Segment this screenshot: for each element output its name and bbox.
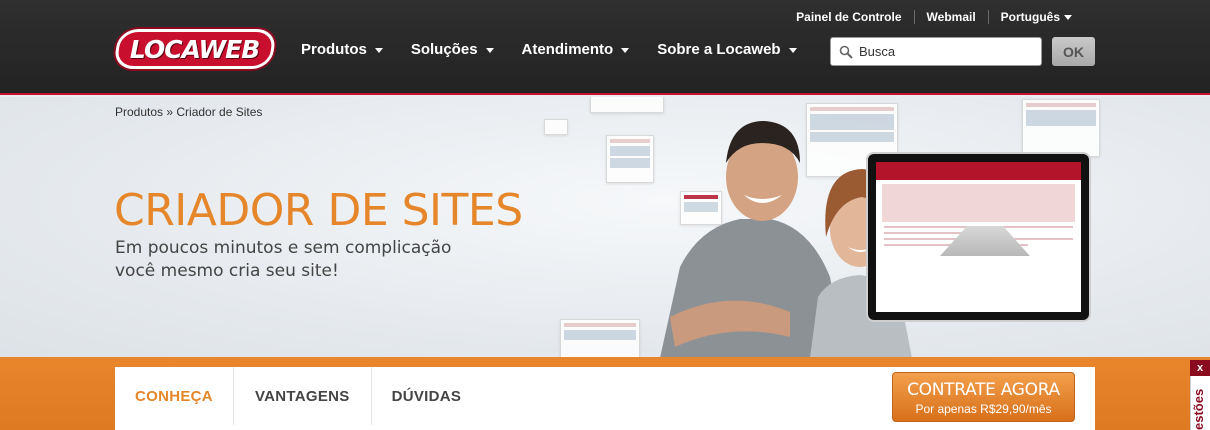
chevron-down-icon [1064,15,1072,21]
chevron-down-icon [485,47,494,53]
tab-duvidas[interactable]: DÚVIDAS [372,367,482,425]
contrate-agora-button[interactable]: CONTRATE AGORA Por apenas R$29,90/mês [892,372,1075,422]
hero-subtitle-line-2: você mesmo cria seu site! [115,261,339,281]
template-thumbnail [560,319,640,358]
utility-links: Painel de Controle Webmail Português [784,10,1084,24]
template-thumbnail [544,119,568,135]
close-icon[interactable]: x [1190,360,1210,376]
search-input[interactable] [859,44,1029,59]
nav-atendimento[interactable]: Atendimento [522,41,630,58]
nav-sobre[interactable]: Sobre a Locaweb [657,41,797,58]
main-navigation: Produtos Soluções Atendimento Sobre a Lo… [301,41,825,58]
active-tab-pointer [164,357,182,367]
chevron-down-icon [621,47,630,53]
top-header: Painel de Controle Webmail Português LOC… [0,0,1210,95]
nav-atendimento-label: Atendimento [521,41,614,58]
tab-vantagens[interactable]: VANTAGENS [234,367,372,425]
nav-solucoes[interactable]: Soluções [411,41,494,58]
link-webmail[interactable]: Webmail [913,10,988,24]
cta-title: CONTRATE AGORA [907,380,1060,400]
template-thumbnail [1022,99,1100,157]
suggestions-label[interactable]: estões [1191,389,1206,430]
nav-sobre-label: Sobre a Locaweb [657,41,781,58]
chevron-down-icon [788,47,797,53]
search-ok-button[interactable]: OK [1052,37,1095,66]
cta-price: Por apenas R$29,90/mês [915,402,1052,416]
breadcrumb: Produtos » Criador de Sites [115,105,263,119]
hero-subtitle: Em poucos minutos e sem complicação você… [115,237,451,283]
hero-subtitle-line-1: Em poucos minutos e sem complicação [115,238,452,258]
link-painel-de-controle[interactable]: Painel de Controle [784,10,913,24]
nav-solucoes-label: Soluções [410,41,478,58]
search-icon [839,45,853,59]
nav-produtos-label: Produtos [301,41,367,58]
logo-text: LOCAWEB [130,34,260,64]
hero-title: CRIADOR DE SITES [114,185,523,236]
chevron-down-icon [374,47,383,53]
search-box [830,37,1042,66]
hero-banner: Produtos » Criador de Sites CRIADOR DE S… [0,97,1210,358]
tab-conheca[interactable]: CONHEÇA [115,367,234,425]
nav-produtos[interactable]: Produtos [301,41,383,58]
locaweb-logo[interactable]: LOCAWEB [113,29,277,69]
language-label: Português [1000,10,1060,24]
language-selector[interactable]: Português [987,10,1084,24]
